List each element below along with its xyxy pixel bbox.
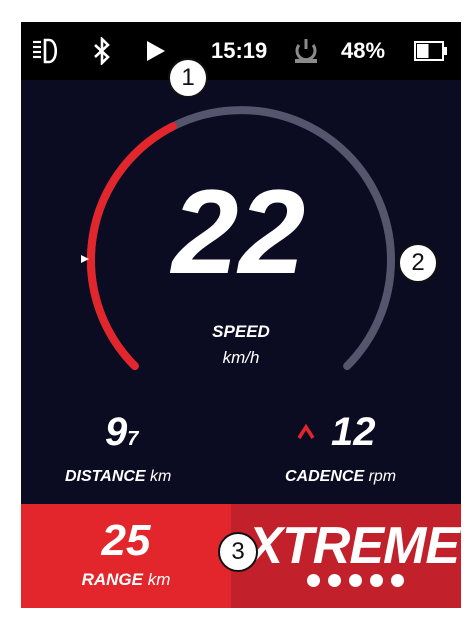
distance-value: 97 <box>105 410 138 455</box>
range-value: 25 <box>101 516 151 565</box>
bluetooth-icon <box>91 22 113 80</box>
range-label: RANGE km <box>21 570 231 590</box>
display-screen: 15:19 48% 22 SPEED km/h 97 DISTANCE km 1… <box>21 22 461 608</box>
cadence-label: CADENCE rpm <box>285 468 396 486</box>
cadence-unit: rpm <box>368 468 397 485</box>
assist-level-dot <box>307 574 320 587</box>
cadence-number: 12 <box>331 410 376 454</box>
distance-label: DISTANCE km <box>65 468 171 486</box>
assist-level-dot <box>328 574 341 587</box>
speed-label: SPEED <box>212 322 270 341</box>
distance-unit: km <box>150 468 172 485</box>
assist-mode-name: XTREME <box>248 517 460 575</box>
assist-level-dot <box>349 574 362 587</box>
status-bar: 15:19 48% <box>21 22 461 80</box>
speed-unit: km/h <box>222 348 260 367</box>
headlight-icon <box>31 22 63 80</box>
callout-2: 2 <box>398 243 438 283</box>
distance-main: 9 <box>105 410 128 454</box>
power-plug-icon <box>293 22 319 80</box>
cadence-label-text: CADENCE <box>285 468 365 485</box>
chevron-up-icon <box>297 423 315 445</box>
distance-decimal: 7 <box>127 428 139 450</box>
callout-3: 3 <box>218 532 258 572</box>
assist-mode-panel: XTREME <box>231 504 461 608</box>
range-label-text: RANGE <box>81 570 143 589</box>
speed-value: 22 <box>171 165 306 299</box>
cadence-value: 12 <box>331 410 376 455</box>
callout-1: 1 <box>168 58 208 98</box>
battery-icon <box>413 22 449 80</box>
assist-level-dots <box>307 574 404 587</box>
distance-label-text: DISTANCE <box>65 468 146 485</box>
range-unit: km <box>147 570 171 589</box>
clock: 15:19 <box>211 38 268 63</box>
range-panel: 25 RANGE km <box>21 504 231 608</box>
battery-percent: 48% <box>341 38 386 63</box>
assist-level-dot <box>391 574 404 587</box>
play-icon <box>145 22 167 80</box>
assist-level-dot <box>370 574 383 587</box>
